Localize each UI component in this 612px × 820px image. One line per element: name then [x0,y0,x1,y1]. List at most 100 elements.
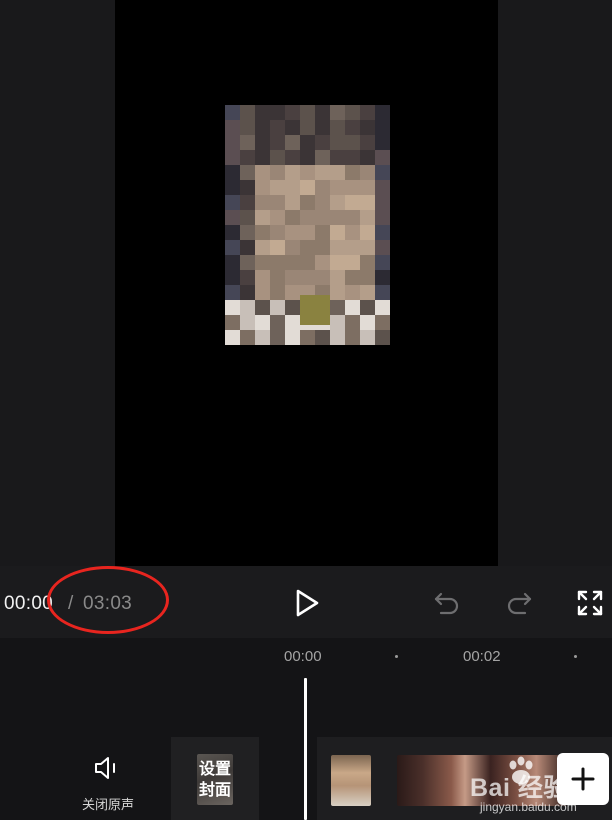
mosaic-tile [255,270,270,285]
mosaic-tile [225,120,240,135]
mute-original-audio-button[interactable]: 关闭原声 [70,748,146,814]
undo-button[interactable] [428,586,466,620]
mosaic-tile [375,330,390,345]
mosaic-tile [255,135,270,150]
mosaic-tile [330,135,345,150]
mosaic-tile [270,105,285,120]
mosaic-tile [330,180,345,195]
redo-button[interactable] [500,586,538,620]
mosaic-tile [285,210,300,225]
mosaic-tile [225,270,240,285]
mosaic-tile [270,210,285,225]
mosaic-tile [270,180,285,195]
set-cover-button[interactable]: 设置封面 [171,737,259,820]
mosaic-tile [255,255,270,270]
mosaic-tile [285,240,300,255]
mosaic-tile [240,330,255,345]
mosaic-tile [315,180,330,195]
fullscreen-button[interactable] [571,584,609,622]
mosaic-tile [300,270,315,285]
mosaic-tile [360,270,375,285]
mosaic-tile [300,295,330,325]
mosaic-tile [270,270,285,285]
mosaic-tile [360,120,375,135]
mosaic-tile [300,120,315,135]
mosaic-tile [360,150,375,165]
highlight-annotation-circle [47,566,169,634]
mosaic-tile [255,210,270,225]
mosaic-tile [225,330,240,345]
mosaic-tile [225,315,240,330]
mosaic-tile [345,210,360,225]
mosaic-tile [300,165,315,180]
mosaic-tile [300,225,315,240]
mosaic-tile [300,180,315,195]
mosaic-tile [300,255,315,270]
mosaic-tile [270,300,285,315]
mosaic-tile [345,330,360,345]
mosaic-tile [360,240,375,255]
mosaic-tile [330,300,345,315]
preview-area [0,0,612,566]
mosaic-tile [360,315,375,330]
mosaic-tile [375,285,390,300]
mosaic-tile [255,150,270,165]
mosaic-tile [225,255,240,270]
mosaic-tile [360,225,375,240]
mosaic-tile [255,105,270,120]
mosaic-tile [330,210,345,225]
undo-icon [434,592,459,615]
mosaic-tile [315,195,330,210]
mosaic-tile [330,270,345,285]
mosaic-tile [300,240,315,255]
mosaic-tile [285,195,300,210]
mosaic-tile [285,120,300,135]
play-button[interactable] [287,584,327,622]
mosaic-tile [360,180,375,195]
mosaic-tile [345,105,360,120]
mosaic-tile [315,210,330,225]
mosaic-tile [360,285,375,300]
video-editor: 00:00 / 03:03 00:00 00:02 关闭原声 设置封面 Bai … [0,0,612,820]
set-cover-label: 设置封面 [198,761,231,799]
mosaic-tile [330,195,345,210]
mosaic-tile [240,225,255,240]
mosaic-tile [270,240,285,255]
mosaic-tile [240,135,255,150]
plus-icon [571,767,595,791]
mosaic-tile [345,240,360,255]
mosaic-tile [255,195,270,210]
mosaic-tile [345,165,360,180]
mosaic-tile [270,165,285,180]
mosaic-tile [255,240,270,255]
mosaic-tile [375,150,390,165]
mosaic-tile [375,210,390,225]
mosaic-tile [375,225,390,240]
video-clip[interactable] [331,755,371,806]
add-clip-button[interactable] [557,753,609,805]
mosaic-tile [225,195,240,210]
mosaic-tile [360,195,375,210]
mosaic-tile [300,105,315,120]
mosaic-tile [345,270,360,285]
mosaic-tile [255,285,270,300]
mosaic-tile [240,270,255,285]
mosaic-tile [345,300,360,315]
mosaic-tile [240,255,255,270]
playhead[interactable] [304,678,307,820]
mosaic-tile [255,330,270,345]
mosaic-tile [270,150,285,165]
mosaic-tile [315,330,330,345]
mosaic-tile [270,315,285,330]
mosaic-tile [360,210,375,225]
mosaic-tile [225,240,240,255]
mosaic-tile [330,330,345,345]
mosaic-tile [345,315,360,330]
mute-original-audio-label: 关闭原声 [81,797,134,812]
mosaic-tile [285,135,300,150]
mosaic-tile [270,120,285,135]
mosaic-image [225,105,390,345]
mosaic-tile [345,120,360,135]
mosaic-tile [240,195,255,210]
mosaic-tile [345,135,360,150]
